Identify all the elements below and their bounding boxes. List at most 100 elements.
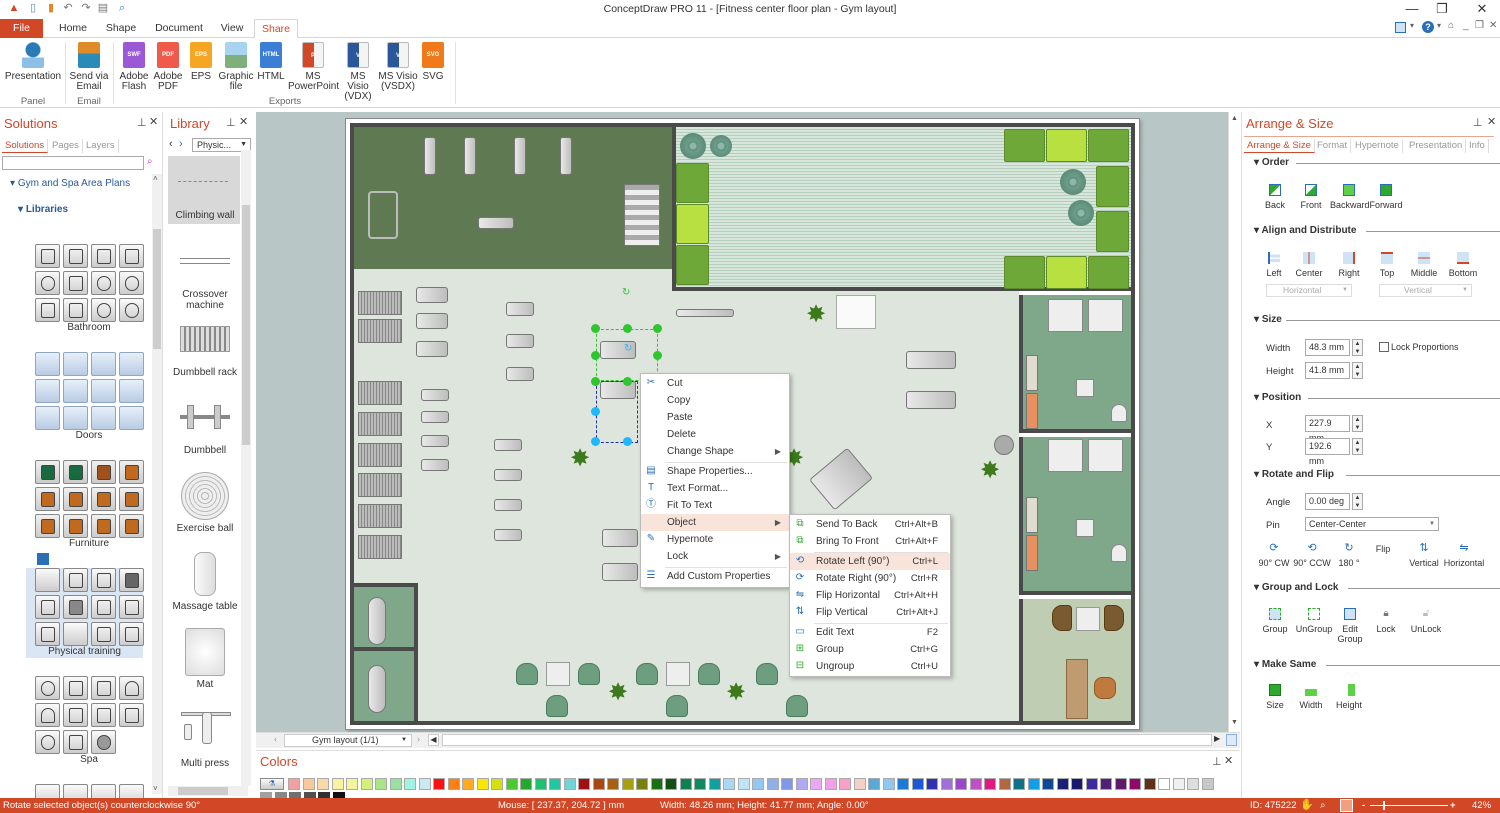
tab-document[interactable]: Document	[150, 19, 208, 38]
library-item-climbing-wall[interactable]: Climbing wall	[170, 210, 240, 221]
color-swatch[interactable]	[404, 778, 416, 790]
tanning-bed[interactable]	[368, 597, 386, 645]
treadmill[interactable]	[358, 535, 402, 559]
align-bottom-button[interactable]: Bottom	[1446, 252, 1480, 278]
color-swatch[interactable]	[679, 778, 692, 790]
menu-item-delete[interactable]: Delete	[641, 426, 789, 443]
bring-front-button[interactable]: Front	[1298, 184, 1324, 210]
color-swatch[interactable]	[984, 778, 996, 790]
canvas-hscrollbar[interactable]	[442, 734, 1212, 746]
color-swatch[interactable]	[1187, 778, 1199, 790]
layout-toggle-icon[interactable]	[1395, 22, 1406, 33]
menu-item-rotate-right[interactable]: ⟳ Rotate Right (90°) Ctrl+R	[790, 570, 950, 587]
distribute-horizontal-dropdown[interactable]: Horizontal ▼	[1266, 284, 1352, 297]
align-left-button[interactable]: Left	[1262, 252, 1286, 278]
shower[interactable]	[1048, 299, 1083, 332]
lounge-chair[interactable]	[666, 695, 688, 717]
section-make-same[interactable]: ▾ Make Same	[1254, 659, 1500, 670]
ms-powerpoint-button[interactable]: P MS PowerPoint	[288, 42, 339, 92]
flip-vertical-button[interactable]: ⇅ Vertical	[1406, 542, 1442, 568]
weight-bench[interactable]	[560, 137, 572, 175]
tab-arrange-size[interactable]: Arrange & Size	[1244, 139, 1315, 153]
leg-press[interactable]	[506, 334, 534, 348]
color-swatch[interactable]	[636, 778, 648, 790]
tab-home[interactable]: Home	[52, 19, 94, 38]
resize-handle[interactable]	[623, 324, 632, 333]
color-swatch[interactable]	[302, 778, 315, 790]
resize-handle[interactable]	[591, 351, 600, 360]
help-icon[interactable]: ?	[1422, 21, 1434, 33]
tab-format[interactable]: Format	[1314, 139, 1352, 153]
rotate-90-ccw-button[interactable]: ⟲ 90° CCW	[1292, 542, 1332, 568]
color-swatch[interactable]	[447, 778, 460, 790]
tab-hypernote[interactable]: Hypernote	[1352, 139, 1403, 153]
color-swatch[interactable]	[1158, 778, 1170, 790]
pin-icon[interactable]: ⊥	[226, 116, 236, 129]
shower[interactable]	[1088, 299, 1123, 332]
solutions-scrollbar[interactable]	[152, 174, 162, 794]
rowing-machine[interactable]	[494, 529, 522, 541]
weight-bench[interactable]	[424, 137, 436, 175]
section-align-distribute[interactable]: ▾ Align and Distribute	[1254, 225, 1500, 236]
section-group-lock[interactable]: ▾ Group and Lock	[1254, 582, 1500, 593]
library-thumbnail-furniture[interactable]	[35, 460, 146, 540]
height-input[interactable]: 41.8 mm	[1305, 362, 1350, 379]
restore-button[interactable]: ❐	[1432, 1, 1452, 17]
color-swatch[interactable]	[563, 778, 576, 790]
search-icon[interactable]: ⌕	[147, 156, 153, 167]
color-swatch[interactable]	[882, 778, 895, 790]
fit-page-icon[interactable]	[1226, 734, 1237, 746]
width-input[interactable]: 48.3 mm	[1305, 339, 1350, 356]
library-thumbnail-spa[interactable]	[35, 676, 146, 756]
svg-button[interactable]: SVG SVG	[420, 42, 446, 82]
zoom-slider-track[interactable]	[1370, 805, 1448, 806]
menu-item-group[interactable]: ⊞ Group Ctrl+G	[790, 641, 950, 658]
stool[interactable]	[994, 435, 1014, 455]
color-swatch[interactable]	[911, 778, 924, 790]
menu-item-hypernote[interactable]: ✎ Hypernote	[641, 531, 789, 548]
resize-handle[interactable]	[653, 351, 662, 360]
pan-tool-icon[interactable]: ✋	[1300, 798, 1314, 813]
library-hscrollbar[interactable]	[168, 786, 248, 796]
library-label-spa[interactable]: Spa	[35, 754, 143, 765]
exercise-ball[interactable]	[1068, 200, 1094, 226]
lounge-chair[interactable]	[698, 663, 720, 685]
desk[interactable]	[1066, 659, 1088, 719]
solarium-2[interactable]	[354, 651, 418, 721]
color-swatch[interactable]	[375, 778, 387, 790]
color-swatch[interactable]	[288, 778, 300, 790]
align-middle-button[interactable]: Middle	[1408, 252, 1440, 278]
exercise-ball[interactable]	[710, 135, 732, 157]
menu-item-add-custom-properties[interactable]: ☰ Add Custom Properties	[641, 568, 789, 585]
resize-handle[interactable]	[653, 324, 662, 333]
menu-item-fit-to-text[interactable]: Ⓣ Fit To Text	[641, 497, 789, 514]
scrollbar-thumb[interactable]	[178, 787, 228, 795]
color-swatch[interactable]	[331, 778, 344, 790]
tab-pages[interactable]: Pages	[49, 139, 83, 153]
lounge-chair[interactable]	[636, 663, 658, 685]
page-tab-dropdown[interactable]: Gym layout (1/1) ▼	[284, 734, 412, 747]
dropdown-arrow-icon[interactable]: ▾	[1437, 21, 1441, 30]
library-prev-icon[interactable]: ‹	[169, 138, 173, 150]
scroll-up-icon[interactable]: ˄	[153, 174, 158, 183]
color-swatch[interactable]	[1114, 778, 1127, 790]
x-position-input[interactable]: 227.9 mm	[1305, 415, 1350, 443]
elliptical[interactable]	[416, 313, 448, 329]
section-size[interactable]: ▾ Size	[1254, 314, 1500, 325]
rowing-machine[interactable]	[494, 469, 522, 481]
menu-item-edit-text[interactable]: ▭ Edit Text F2	[790, 624, 950, 641]
armchair[interactable]	[1052, 605, 1072, 631]
close-icon[interactable]: ✕	[1487, 115, 1496, 128]
tab-info[interactable]: Info	[1466, 139, 1489, 153]
graphic-file-button[interactable]: Graphic file	[217, 42, 255, 92]
color-swatch[interactable]	[1027, 778, 1040, 790]
sink[interactable]	[1076, 519, 1094, 537]
color-swatch[interactable]	[1071, 778, 1083, 790]
menu-item-send-to-back[interactable]: ⧉ Send To Back Ctrl+Alt+B	[790, 516, 950, 533]
color-swatch[interactable]	[389, 778, 402, 790]
color-swatch[interactable]	[621, 778, 634, 790]
menu-item-ungroup[interactable]: ⊟ Ungroup Ctrl+U	[790, 658, 950, 675]
rotate-180-button[interactable]: ↻ 180 °	[1334, 542, 1364, 568]
unlock-button[interactable]: 🔓︎ UnLock	[1408, 608, 1444, 634]
color-swatch[interactable]	[723, 778, 735, 790]
